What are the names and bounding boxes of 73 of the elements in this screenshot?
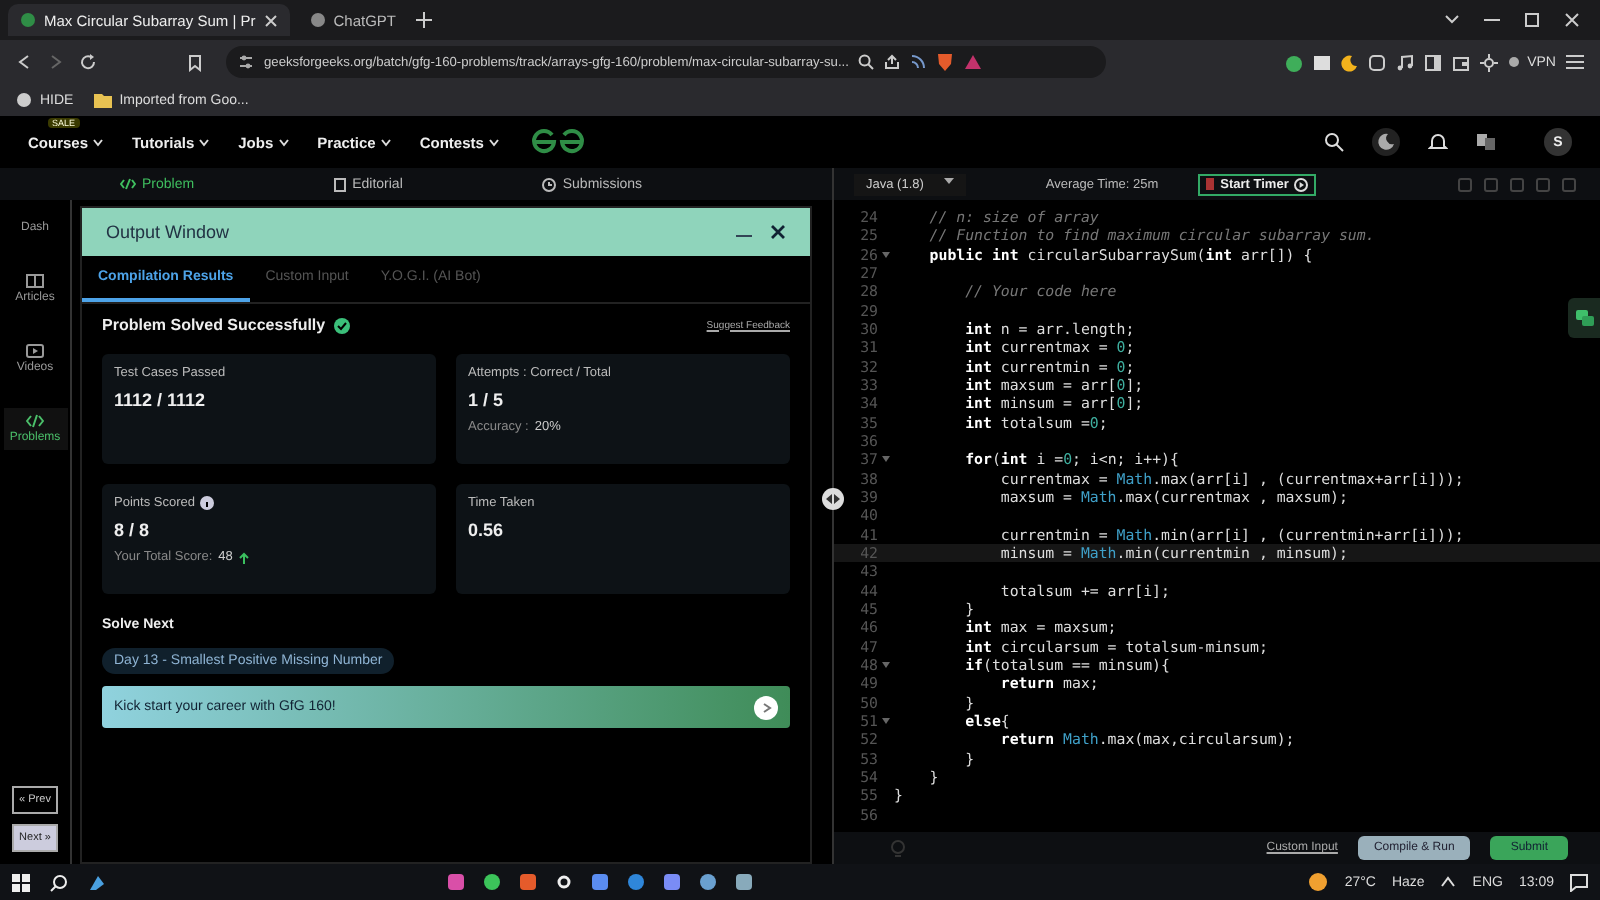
play-icon [1294,177,1309,191]
fold-icon[interactable] [882,456,890,463]
reload-icon[interactable] [80,54,96,70]
translate-icon[interactable] [1476,132,1496,152]
code-icon [120,178,136,190]
split-icon [826,494,840,504]
site-settings-icon[interactable] [238,54,254,70]
menu-icon[interactable] [1566,54,1584,70]
wallet-icon[interactable] [1451,53,1470,71]
search-icon[interactable] [858,54,875,70]
minimize-icon[interactable] [1484,14,1500,26]
bookmark-icon[interactable] [188,53,202,71]
chat-button[interactable] [1568,298,1600,338]
fold-icon[interactable] [882,661,890,668]
stat-value: 1112 / 1112 [114,390,208,410]
resize-handle[interactable] [822,488,844,510]
tab-favicon-icon [20,12,36,28]
book-icon [26,274,44,288]
video-icon [26,344,44,358]
stat-value: 0.56 [468,520,506,540]
info-icon[interactable] [200,496,215,510]
fold-icon[interactable] [882,251,890,258]
chevron-down-icon [198,137,211,147]
extension-icon[interactable] [1367,53,1386,71]
status-message: Problem Solved Successfully [102,316,326,334]
logo-icon[interactable] [527,128,588,156]
close-button[interactable] [770,224,786,240]
folder-icon [93,92,112,108]
extension-icon[interactable] [1479,53,1498,71]
fold-icon[interactable] [882,717,890,724]
caret-icon [943,177,954,185]
up-arrow-icon [238,551,251,563]
chevron-down-icon [92,137,105,147]
document-icon [334,177,347,191]
chevron-right-icon [761,701,771,713]
moon-icon[interactable] [1372,128,1400,156]
chevron-down-icon [487,137,500,147]
feed-icon[interactable] [910,54,927,70]
stat-value: 1 / 5 [468,390,506,410]
chevron-down-icon [379,137,392,147]
tab-favicon-icon [309,12,326,28]
shield-icon[interactable] [936,52,955,72]
stat-value: 8 / 8 [114,520,152,540]
chevron-up-icon[interactable] [1440,876,1457,888]
share-icon[interactable] [884,54,901,70]
banner-next-button[interactable] [754,695,778,719]
chevron-down-icon [277,137,290,147]
check-circle-icon [333,317,350,333]
notification-icon[interactable] [1570,873,1588,891]
maximize-icon[interactable] [1524,12,1540,28]
code-icon [26,414,44,428]
clock-icon [542,177,557,191]
triangle-icon[interactable] [964,54,983,70]
window-title: Output Window [106,222,232,242]
weather-icon [1308,872,1329,892]
back-icon[interactable] [16,54,32,70]
close-icon[interactable] [1564,12,1580,28]
bell-icon[interactable] [1428,132,1448,152]
sidebar-icon[interactable] [1423,53,1442,71]
vpn-icon [1507,56,1520,68]
app-icon[interactable] [88,873,106,891]
stop-icon [1206,178,1215,190]
new-tab-icon[interactable] [416,12,432,28]
forward-icon[interactable] [48,54,64,70]
globe-icon [16,92,32,108]
windows-icon[interactable] [12,873,30,891]
music-icon[interactable] [1395,53,1414,71]
search-icon[interactable] [1324,132,1344,152]
close-icon [770,224,786,240]
chevron-down-icon[interactable] [1444,14,1460,26]
chat-icon [1575,310,1593,326]
moon-icon[interactable] [1339,53,1358,71]
close-icon[interactable] [263,13,278,27]
